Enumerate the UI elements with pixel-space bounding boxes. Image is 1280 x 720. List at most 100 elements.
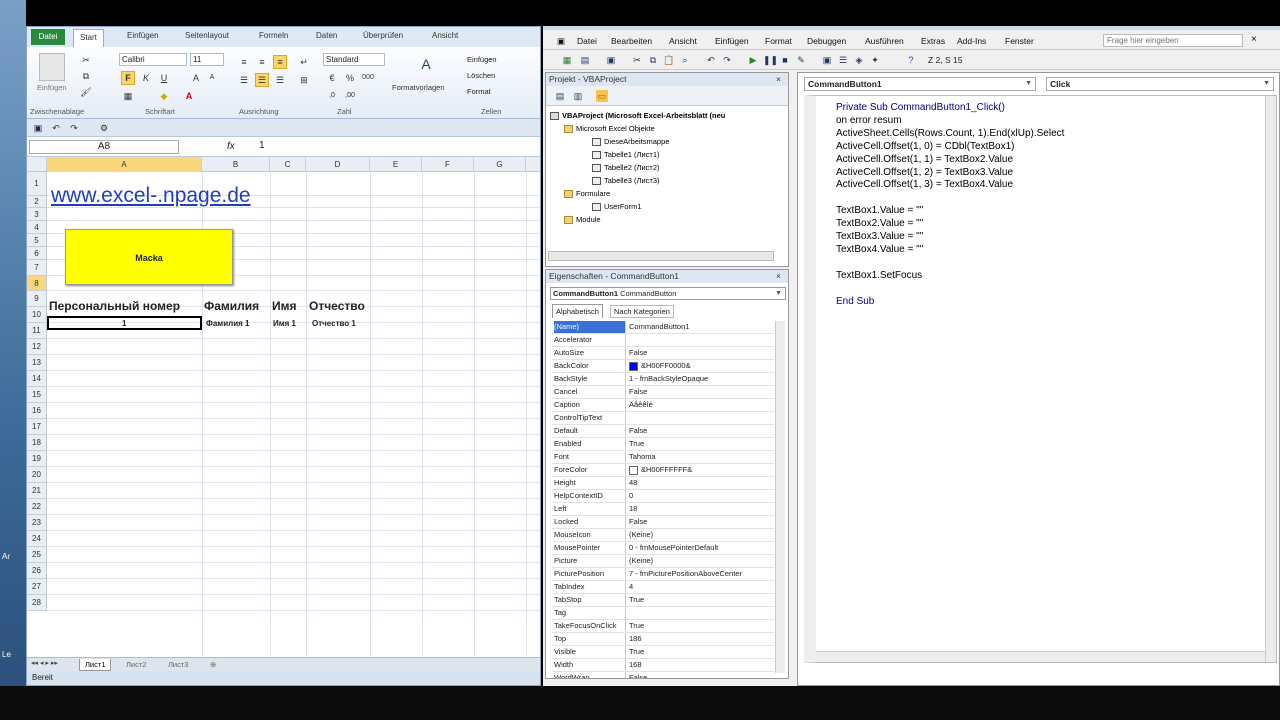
property-row[interactable]: Locked False (552, 516, 774, 529)
tree-item-userform[interactable]: UserForm1 (592, 202, 642, 212)
help-search-input[interactable] (1103, 34, 1243, 47)
menu-item[interactable]: Add-Ins (957, 36, 986, 46)
column-header[interactable]: E (370, 157, 422, 172)
close-icon[interactable]: × (776, 73, 781, 86)
horizontal-scrollbar[interactable] (548, 251, 774, 261)
tree-item-sheet[interactable]: Tabelle1 (Лист1) (592, 150, 660, 160)
macro-icon[interactable]: ⚙ (97, 121, 111, 135)
property-row[interactable]: MousePointer 0 - fmMousePointerDefault (552, 542, 774, 555)
property-row[interactable]: AutoSize False (552, 347, 774, 360)
new-sheet-icon[interactable]: ⊕ (205, 659, 221, 671)
underline-button[interactable]: U (157, 71, 171, 85)
paste-icon[interactable] (39, 53, 65, 81)
tree-item-workbook[interactable]: DieseArbeitsmappe (592, 137, 669, 147)
font-color-icon[interactable]: A (182, 89, 196, 103)
align-right-icon[interactable]: ☰ (273, 73, 287, 87)
fill-color-icon[interactable]: ◆ (157, 89, 171, 103)
stop-icon[interactable]: ■ (779, 54, 791, 66)
property-row[interactable]: Picture (Keine) (552, 555, 774, 568)
object-dropdown[interactable]: CommandButton1 ▼ (804, 77, 1036, 91)
row-header[interactable]: 27 (27, 579, 47, 595)
vertical-scrollbar[interactable] (1265, 96, 1276, 662)
view-object-icon[interactable]: ▥ (572, 90, 584, 102)
find-icon[interactable]: ⌕ (679, 54, 691, 66)
property-row[interactable]: ForeColor &H00FFFFFF& (552, 464, 774, 477)
row-header[interactable]: 7 (27, 260, 47, 276)
row-header[interactable]: 3 (27, 208, 47, 221)
menu-item[interactable]: Extras (921, 36, 945, 46)
property-row[interactable]: HelpContextID 0 (552, 490, 774, 503)
cut-icon[interactable]: ✂ (79, 53, 93, 67)
tree-item-forms[interactable]: Formulare (564, 189, 610, 199)
row-header[interactable]: 5 (27, 234, 47, 247)
select-all-corner[interactable] (27, 157, 47, 172)
row-header[interactable]: 6 (27, 247, 47, 260)
vertical-scrollbar[interactable] (775, 321, 785, 673)
tree-item-modules[interactable]: Module (564, 215, 601, 225)
sheet-tab[interactable]: Лист3 (163, 659, 193, 671)
property-row[interactable]: ControlTipText (552, 412, 774, 425)
align-top-icon[interactable]: ≡ (237, 55, 251, 69)
sheet-tab[interactable]: Лист1 (79, 659, 112, 671)
row-header[interactable]: 10 (27, 307, 47, 323)
tab-insert[interactable]: Einfügen (127, 31, 159, 40)
menu-item[interactable]: Ansicht (669, 36, 697, 46)
sheet-tab[interactable]: Лист2 (121, 659, 151, 671)
property-row[interactable]: Width 168 (552, 659, 774, 672)
menu-item[interactable]: Bearbeiten (611, 36, 652, 46)
row-header[interactable]: 9 (27, 291, 47, 307)
tab-formulas[interactable]: Formeln (259, 31, 288, 40)
italic-button[interactable]: K (139, 71, 153, 85)
styles-icon[interactable]: A (415, 57, 437, 79)
merge-cells-icon[interactable]: ⊞ (297, 73, 311, 87)
name-box[interactable]: A8 (29, 140, 179, 154)
percent-icon[interactable]: % (343, 71, 357, 85)
row-header[interactable]: 8 (27, 276, 47, 291)
menu-item[interactable]: Format (765, 36, 792, 46)
procedure-dropdown[interactable]: Click ▼ (1046, 77, 1274, 91)
pause-icon[interactable]: ❚❚ (763, 54, 778, 66)
property-row[interactable]: Visible True (552, 646, 774, 659)
save-icon[interactable]: ▣ (605, 54, 617, 66)
row-header[interactable]: 15 (27, 387, 47, 403)
tree-item-sheet[interactable]: Tabelle3 (Лист3) (592, 176, 660, 186)
horizontal-scrollbar[interactable] (816, 651, 1276, 662)
redo-icon[interactable]: ↷ (721, 54, 733, 66)
menu-item[interactable]: Debuggen (807, 36, 846, 46)
property-row[interactable]: Accelerator (552, 334, 774, 347)
run-icon[interactable]: ▶ (747, 54, 759, 66)
formula-input[interactable]: 1 (259, 140, 265, 151)
delete-cells-button[interactable]: Löschen (467, 71, 495, 80)
row-header[interactable]: 22 (27, 499, 47, 515)
website-link[interactable]: www.excel-.npage.de (51, 184, 251, 208)
row-header[interactable]: 23 (27, 515, 47, 531)
close-icon[interactable]: × (776, 270, 781, 283)
project-explorer-icon[interactable]: ▣ (821, 54, 833, 66)
format-painter-icon[interactable]: 🖌 (79, 85, 93, 99)
align-middle-icon[interactable]: ≡ (255, 55, 269, 69)
row-header[interactable]: 2 (27, 196, 47, 208)
tab-categories[interactable]: Nach Kategorien (610, 305, 674, 318)
font-name-select[interactable]: Calibri (119, 53, 187, 66)
insert-cells-button[interactable]: Einfügen (467, 55, 497, 64)
save-icon[interactable]: ▣ (31, 121, 45, 135)
tab-page-layout[interactable]: Seitenlayout (185, 31, 229, 40)
object-browser-icon[interactable]: ◈ (853, 54, 865, 66)
property-row[interactable]: MouseIcon (Keine) (552, 529, 774, 542)
property-row[interactable]: BackColor &H00FF0000& (552, 360, 774, 373)
property-row[interactable]: Caption Äåêêîé (552, 399, 774, 412)
tab-data[interactable]: Daten (316, 31, 337, 40)
menu-item[interactable]: Fenster (1005, 36, 1034, 46)
code-editor[interactable]: Private Sub CommandButton1_Click() on err… (804, 95, 1277, 663)
tab-alphabetic[interactable]: Alphabetisch (552, 304, 603, 318)
row-header[interactable]: 20 (27, 467, 47, 483)
property-row[interactable]: Tag (552, 607, 774, 620)
property-row[interactable]: TabStop True (552, 594, 774, 607)
design-mode-icon[interactable]: ✎ (795, 54, 807, 66)
property-row[interactable]: WordWrap False (552, 672, 774, 678)
vba-menu-icon[interactable]: ▣ (557, 36, 565, 47)
border-icon[interactable]: ▦ (121, 89, 135, 103)
row-header[interactable]: 25 (27, 547, 47, 563)
properties-icon[interactable]: ☰ (837, 54, 849, 66)
undo-icon[interactable]: ↶ (705, 54, 717, 66)
